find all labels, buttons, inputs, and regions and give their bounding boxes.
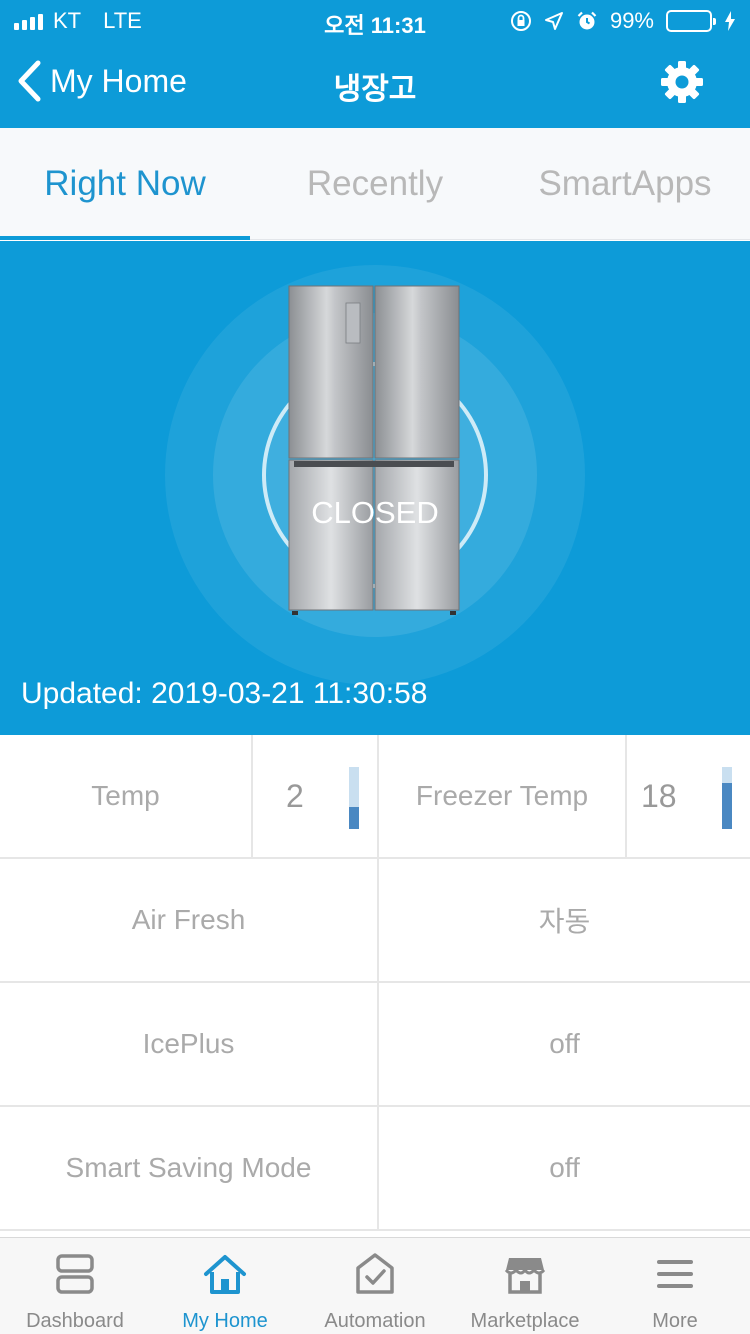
freezer-temp-value: 18: [641, 777, 677, 814]
tab-more[interactable]: More: [600, 1238, 750, 1334]
smart-saving-row[interactable]: Smart Saving Mode off: [0, 1107, 750, 1231]
tab-dashboard[interactable]: Dashboard: [0, 1238, 150, 1334]
marketplace-icon: [504, 1258, 546, 1294]
segment-tabs: Right Now Recently SmartApps: [0, 128, 750, 240]
updated-timestamp: Updated: 2019-03-21 11:30:58: [21, 677, 428, 710]
air-fresh-label: Air Fresh: [0, 859, 379, 981]
location-icon: [544, 12, 563, 30]
air-fresh-value: 자동: [538, 906, 591, 937]
temp-value: 2: [286, 777, 304, 814]
chevron-left-icon: [18, 60, 41, 102]
rotation-lock-icon: [510, 11, 531, 31]
iceplus-value: off: [549, 1028, 580, 1059]
back-button[interactable]: My Home: [16, 60, 187, 102]
temp-level-bar: [349, 767, 359, 829]
tab-my-home[interactable]: My Home: [150, 1238, 300, 1334]
smart-saving-label: Smart Saving Mode: [0, 1107, 379, 1229]
tab-automation[interactable]: Automation: [300, 1238, 450, 1334]
tab-label: Dashboard: [26, 1310, 124, 1332]
temp-label: Temp: [0, 735, 253, 857]
iceplus-label: IcePlus: [0, 983, 379, 1105]
gear-icon[interactable]: [660, 60, 704, 104]
tab-label: More: [652, 1310, 698, 1332]
dashboard-icon: [56, 1254, 94, 1294]
device-status-panel: CLOSED Updated: 2019-03-21 11:30:58: [0, 241, 750, 735]
freezer-level-bar: [722, 767, 732, 829]
tab-label: Marketplace: [470, 1310, 580, 1332]
iceplus-row[interactable]: IcePlus off: [0, 983, 750, 1107]
temp-row: Temp 2 Freezer Temp 18: [0, 735, 750, 859]
charging-icon: [725, 11, 735, 31]
tab-label: Automation: [324, 1310, 426, 1332]
home-icon: [204, 1255, 246, 1294]
refrigerator-image[interactable]: [288, 285, 460, 615]
battery-percent: 99%: [609, 8, 654, 33]
tab-recently[interactable]: Recently: [250, 128, 500, 239]
menu-icon: [657, 1260, 693, 1288]
air-fresh-row[interactable]: Air Fresh 자동: [0, 859, 750, 983]
battery-icon: [666, 10, 716, 32]
top-bar: KT LTE 오전 11:31 99% My Home 냉장고: [0, 0, 750, 128]
door-state-label: CLOSED: [311, 495, 439, 530]
tab-smartapps[interactable]: SmartApps: [500, 128, 750, 239]
navigation-bar: My Home 냉장고: [0, 40, 750, 128]
freezer-temp-value-cell[interactable]: 18: [627, 735, 750, 857]
status-bar: KT LTE 오전 11:31 99%: [0, 0, 750, 40]
back-label: My Home: [50, 62, 187, 99]
automation-icon: [356, 1253, 394, 1294]
alarm-icon: [577, 11, 597, 30]
temp-value-cell[interactable]: 2: [253, 735, 379, 857]
tab-right-now[interactable]: Right Now: [0, 128, 250, 240]
tab-marketplace[interactable]: Marketplace: [450, 1238, 600, 1334]
tab-label: My Home: [182, 1310, 268, 1332]
bottom-tab-bar: Dashboard My Home Automation Marketplace: [0, 1237, 750, 1334]
freezer-temp-label: Freezer Temp: [379, 735, 627, 857]
smart-saving-value: off: [549, 1152, 580, 1183]
